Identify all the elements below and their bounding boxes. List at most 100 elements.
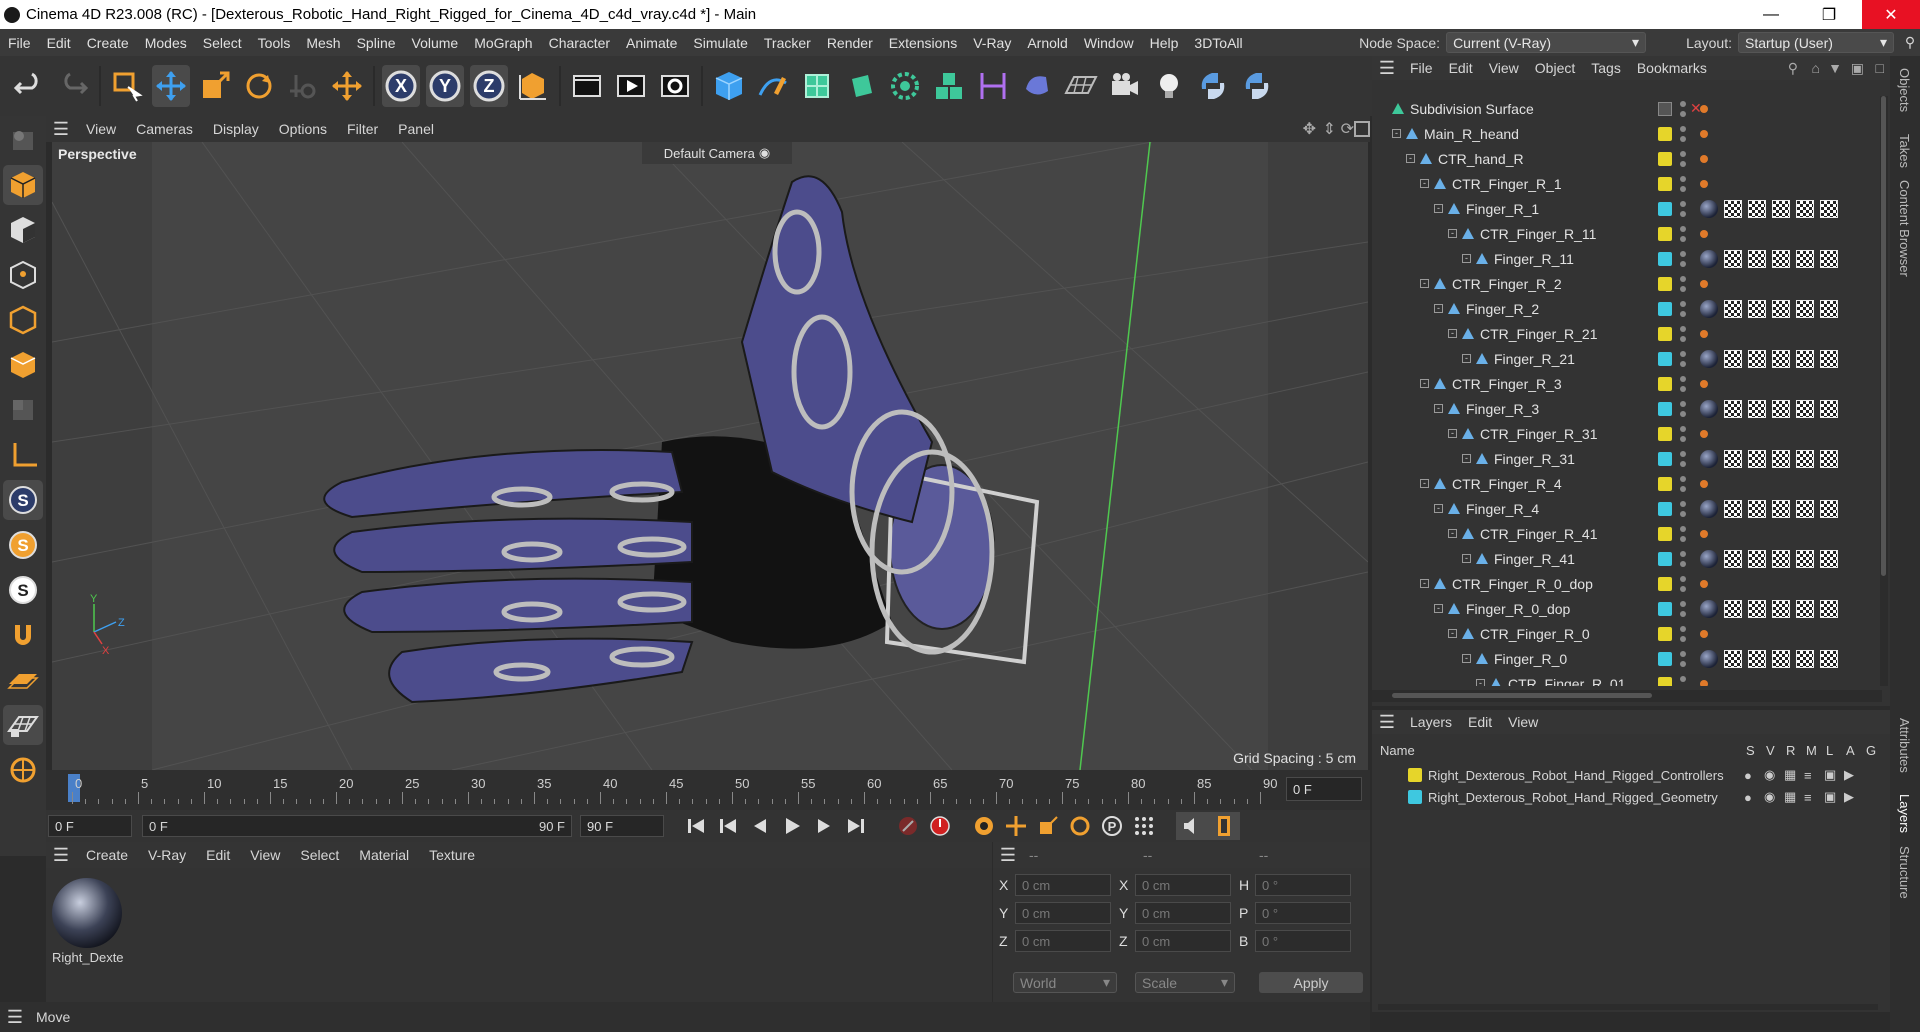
manager-icon[interactable]: ≡ (1804, 768, 1812, 783)
weight-tag-icon[interactable] (1796, 399, 1814, 418)
render-to-picture-viewer-icon[interactable] (612, 65, 650, 107)
light-icon[interactable] (1150, 65, 1188, 107)
tweak-mode-icon[interactable] (3, 750, 43, 790)
menu-arnold[interactable]: Arnold (1019, 35, 1075, 51)
object-menu-tags[interactable]: Tags (1583, 60, 1629, 76)
grid-lock-icon[interactable] (3, 705, 43, 745)
next-frame-icon[interactable] (808, 812, 840, 840)
solo-mode-icon[interactable]: S (3, 480, 43, 520)
cloner-icon[interactable] (886, 65, 924, 107)
animation-icon[interactable]: ▶ (1844, 767, 1854, 783)
display-tag-icon[interactable] (1700, 329, 1708, 338)
object-row[interactable]: - CTR_Finger_R_0 (1372, 621, 1882, 646)
visibility-dots-icon[interactable] (1680, 175, 1686, 192)
auto-keying-icon[interactable] (924, 812, 956, 840)
play-icon[interactable] (776, 812, 808, 840)
layer-filter-icon[interactable]: ▣ (1851, 60, 1864, 77)
weight-tag-icon[interactable] (1772, 499, 1790, 518)
weight-tag-icon[interactable] (1772, 249, 1790, 268)
weight-tag-icon[interactable] (1796, 349, 1814, 368)
visibility-dots-icon[interactable] (1680, 475, 1686, 492)
material-menu-texture[interactable]: Texture (419, 847, 485, 863)
display-tag-icon[interactable] (1700, 629, 1708, 638)
key-pla-icon[interactable] (1128, 812, 1160, 840)
rotate-tool-icon[interactable] (240, 65, 278, 107)
object-row[interactable]: - Finger_R_0 (1372, 646, 1882, 671)
object-row[interactable]: - CTR_Finger_R_01 (1372, 671, 1882, 686)
display-tag-icon[interactable] (1700, 129, 1708, 138)
restore-button[interactable]: ❐ (1806, 0, 1852, 29)
weight-tag-icon[interactable] (1724, 499, 1742, 518)
menu-tools[interactable]: Tools (250, 35, 299, 51)
hamburger-icon[interactable]: ☰ (46, 119, 76, 140)
menu-extensions[interactable]: Extensions (881, 35, 965, 51)
weight-tag-icon[interactable] (1820, 249, 1838, 268)
camera-icon[interactable] (1106, 65, 1144, 107)
display-tag-icon[interactable] (1700, 379, 1708, 388)
cube-primitive-icon[interactable] (710, 65, 748, 107)
visibility-dots-icon[interactable] (1680, 525, 1686, 542)
material-tag-icon[interactable] (1700, 199, 1718, 218)
collapse-toggle-icon[interactable]: - (1420, 379, 1429, 388)
eye-icon[interactable]: ◉ (1764, 789, 1775, 805)
weight-tag-icon[interactable] (1796, 449, 1814, 468)
extrude-icon[interactable] (842, 65, 880, 107)
object-row[interactable]: - CTR_hand_R (1372, 146, 1882, 171)
coord-value-field[interactable]: 0 ° (1255, 902, 1351, 924)
layer-color-swatch[interactable] (1658, 451, 1672, 466)
layer-menu-edit[interactable]: Edit (1460, 714, 1500, 730)
collapse-toggle-icon[interactable]: - (1434, 604, 1443, 613)
redo-button[interactable] (54, 65, 92, 107)
sound-icon[interactable] (1176, 812, 1208, 840)
material-tag-icon[interactable] (1700, 499, 1718, 518)
polygons-mode-icon[interactable] (3, 345, 43, 385)
keyframe-selection-icon[interactable] (968, 812, 1000, 840)
edges-mode-icon[interactable] (3, 300, 43, 340)
visibility-dots-icon[interactable] (1680, 375, 1686, 392)
coord-value-field[interactable]: 0 cm (1135, 930, 1231, 952)
goto-start-icon[interactable] (680, 812, 712, 840)
render-icon[interactable]: ▦ (1784, 767, 1796, 783)
object-row[interactable]: - CTR_Finger_R_31 (1372, 421, 1882, 446)
material-menu-select[interactable]: Select (290, 847, 349, 863)
weight-tag-icon[interactable] (1820, 399, 1838, 418)
menu-file[interactable]: File (0, 35, 39, 51)
weight-tag-icon[interactable] (1820, 199, 1838, 218)
collapse-toggle-icon[interactable]: - (1420, 279, 1429, 288)
side-tab-takes[interactable]: Takes (1897, 134, 1912, 168)
material-tag-icon[interactable] (1700, 349, 1718, 368)
collapse-toggle-icon[interactable]: - (1420, 579, 1429, 588)
material-swatch[interactable]: Right_Dexte (52, 878, 124, 968)
visibility-dots-icon[interactable] (1680, 250, 1686, 267)
material-tag-icon[interactable] (1700, 549, 1718, 568)
coord-value-field[interactable]: 0 cm (1135, 902, 1231, 924)
undo-button[interactable] (10, 65, 48, 107)
collapse-toggle-icon[interactable]: - (1476, 679, 1485, 686)
menu-modes[interactable]: Modes (137, 35, 195, 51)
coord-value-field[interactable]: 0 cm (1135, 874, 1231, 896)
coord-mode-dropdown[interactable]: World ▾ (1013, 972, 1117, 993)
display-tag-icon[interactable] (1700, 529, 1708, 538)
axis-mode-icon[interactable] (3, 435, 43, 475)
weight-tag-icon[interactable] (1772, 649, 1790, 668)
viewport-menu-filter[interactable]: Filter (337, 121, 388, 137)
key-rotation-icon[interactable] (1064, 812, 1096, 840)
layer-horizontal-scrollbar[interactable] (1378, 1004, 1878, 1010)
weight-tag-icon[interactable] (1820, 349, 1838, 368)
display-tag-icon[interactable] (1700, 579, 1708, 588)
weight-tag-icon[interactable] (1772, 449, 1790, 468)
viewport-menu-cameras[interactable]: Cameras (126, 121, 203, 137)
collapse-toggle-icon[interactable]: - (1406, 154, 1415, 163)
timeline-ruler[interactable]: 0 F 0 5 10 15 20 25 30 35 40 45 50 55 60 65 70 75 80 85 90 (46, 770, 1370, 810)
layer-color-swatch[interactable] (1658, 401, 1672, 416)
apply-button[interactable]: Apply (1259, 972, 1363, 993)
object-row[interactable]: - Finger_R_4 (1372, 496, 1882, 521)
new-window-icon[interactable]: □ (1876, 60, 1884, 76)
collapse-toggle-icon[interactable]: - (1462, 254, 1471, 263)
weight-tag-icon[interactable] (1724, 599, 1742, 618)
object-row[interactable]: - CTR_Finger_R_1 (1372, 171, 1882, 196)
layer-color-swatch[interactable] (1658, 376, 1672, 391)
layer-color-swatch[interactable] (1658, 301, 1672, 316)
menu-simulate[interactable]: Simulate (685, 35, 755, 51)
weight-tag-icon[interactable] (1796, 249, 1814, 268)
